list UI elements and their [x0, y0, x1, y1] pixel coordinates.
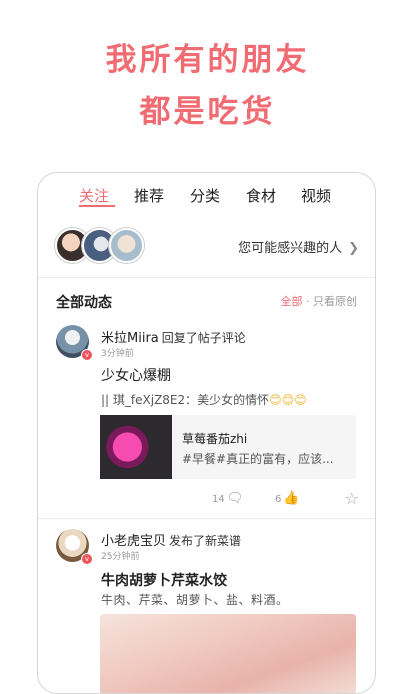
comment-button[interactable]: 14 🗨: [212, 491, 243, 506]
tab-category[interactable]: 分类: [190, 185, 220, 206]
suggested-people-link[interactable]: 您可能感兴趣的人 ❯: [238, 237, 359, 256]
star-icon[interactable]: ☆: [345, 489, 359, 508]
card-subtitle: #早餐#真正的富有，应该...: [182, 452, 334, 466]
chevron-right-icon: ❯: [348, 241, 359, 256]
tab-follow[interactable]: 关注: [79, 185, 109, 206]
card-thumbnail: [100, 415, 172, 479]
verified-icon: v: [81, 349, 93, 361]
avatar: [109, 228, 144, 263]
tab-ingredients[interactable]: 食材: [246, 185, 276, 206]
tab-recommend[interactable]: 推荐: [134, 185, 164, 206]
post-time: 25分钟前: [101, 552, 140, 562]
post-actions: 14 🗨 6 👍 ☆: [38, 489, 375, 508]
verified-icon: v: [81, 553, 93, 565]
active-tab-indicator: [79, 205, 115, 207]
comment-icon: 🗨: [226, 491, 244, 506]
headline-line-1: 我所有的朋友: [105, 42, 310, 78]
post-action: 回复了帖子评论: [161, 331, 246, 345]
filter-original-only[interactable]: 只看原创: [313, 295, 357, 308]
recipe-title[interactable]: 牛肉胡萝卜芹菜水饺: [101, 570, 227, 590]
recipe-ingredients: 牛肉、芹菜、胡萝卜、盐、料酒。: [101, 593, 289, 607]
card-title: 草莓番茄zhi: [182, 432, 248, 446]
post-time: 3分钟前: [101, 349, 134, 359]
phone-screen: 关注 推荐 分类 食材 视频 您可能感兴趣的人 ❯ 全部动态 全部 · 只看原创 …: [37, 172, 376, 694]
post-author: 米拉Miira 回复了帖子评论: [101, 327, 246, 346]
linked-post-card[interactable]: 草莓番茄zhi #早餐#真正的富有，应该...: [100, 415, 356, 479]
post-username[interactable]: 小老虎宝贝: [101, 534, 166, 549]
quoted-comment: || 琪_feXjZ8E2：美少女的情怀😊😊😊: [101, 391, 307, 408]
like-button[interactable]: 6 👍: [275, 491, 300, 506]
suggested-avatars[interactable]: [55, 228, 165, 264]
suggested-people-label: 您可能感兴趣的人: [238, 241, 343, 256]
comment-count: 14: [212, 494, 225, 505]
filter-separator: ·: [306, 295, 310, 308]
quoted-text: || 琪_feXjZ8E2：美少女的情怀: [101, 393, 270, 407]
thumbs-up-icon: 👍: [283, 491, 300, 506]
like-count: 6: [275, 494, 282, 505]
divider: [38, 277, 375, 278]
post-author: 小老虎宝贝 发布了新菜谱: [101, 530, 241, 549]
post-username[interactable]: 米拉Miira: [101, 331, 159, 346]
smile-emoji-icon: 😊😊😊: [269, 393, 307, 407]
recipe-photo[interactable]: [100, 614, 356, 693]
headline-line-2: 都是吃货: [139, 94, 276, 130]
post-action: 发布了新菜谱: [169, 534, 242, 548]
divider: [38, 518, 375, 519]
section-title: 全部动态: [56, 295, 112, 311]
tab-video[interactable]: 视频: [301, 185, 331, 206]
feed-filter: 全部 · 只看原创: [281, 293, 358, 309]
post-text: 少女心爆棚: [101, 368, 171, 384]
filter-all[interactable]: 全部: [281, 295, 303, 308]
